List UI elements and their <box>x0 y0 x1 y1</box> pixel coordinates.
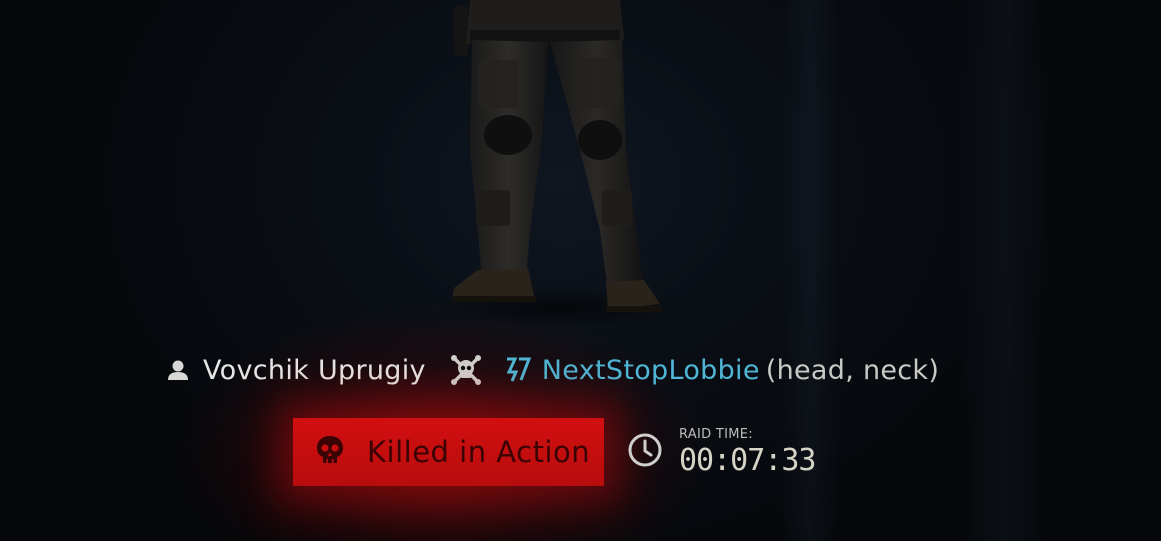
background-haze <box>960 0 1050 541</box>
raid-summary-screen: Vovchik Uprugiy NextStopLobbie (head, ne… <box>0 0 1161 541</box>
victim-name: Vovchik Uprugiy <box>203 354 426 386</box>
bear-faction-icon <box>504 356 532 384</box>
kill-info-line: Vovchik Uprugiy NextStopLobbie (head, ne… <box>165 350 939 390</box>
killer-name: NextStopLobbie <box>541 354 760 386</box>
skull-crossbones-icon <box>450 354 482 386</box>
raid-time-label: RAID TIME: <box>679 426 753 442</box>
raid-time-block: RAID TIME: 00:07:33 <box>627 422 816 482</box>
status-label: Killed in Action <box>367 435 591 469</box>
character-model <box>452 0 662 312</box>
hit-body-parts: (head, neck) <box>765 354 940 386</box>
status-badge: Killed in Action <box>293 418 604 486</box>
raid-time-value: 00:07:33 <box>679 442 816 478</box>
clock-icon <box>627 432 663 472</box>
player-icon <box>165 357 191 383</box>
skull-icon <box>313 433 347 471</box>
